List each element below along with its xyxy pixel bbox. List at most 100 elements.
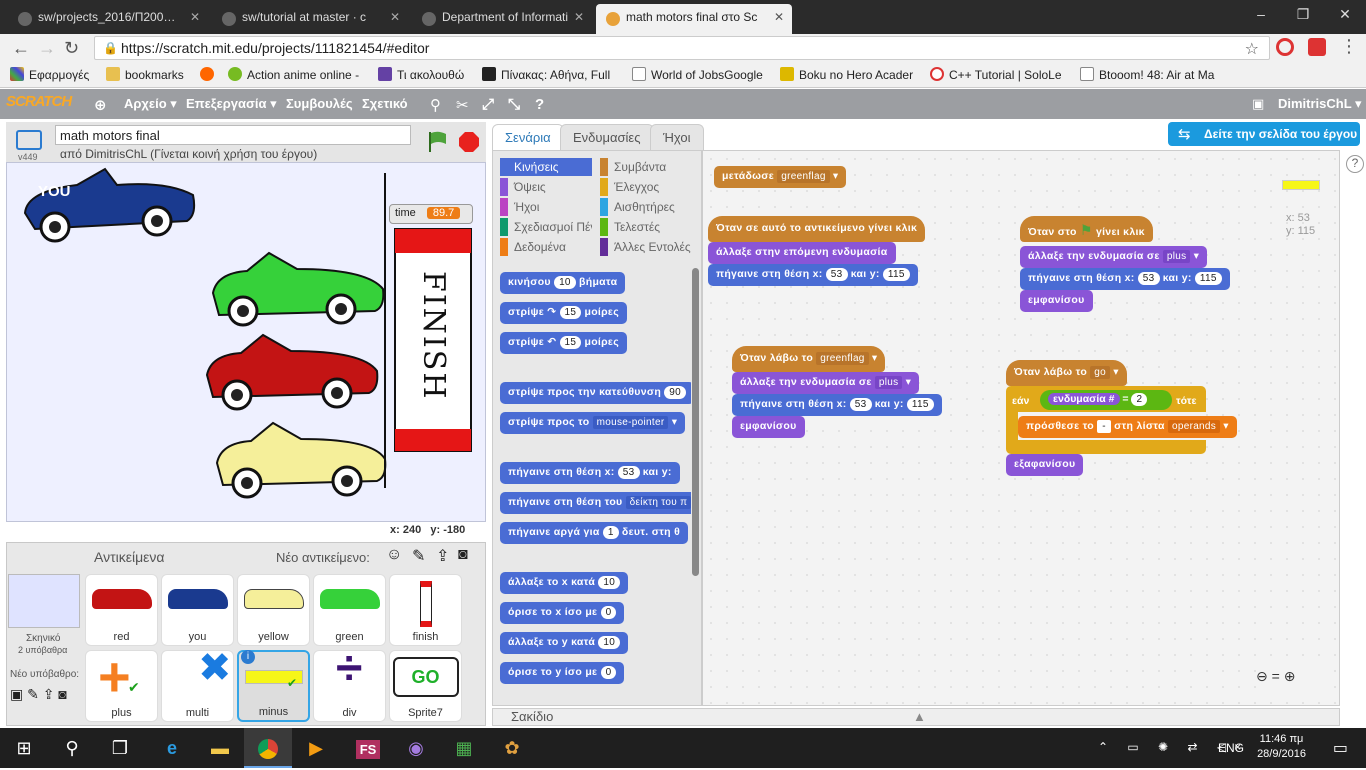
reload-icon[interactable]: ↻ [64,38,79,59]
block-change-y[interactable]: άλλαξε το y κατά 10 [500,632,629,654]
green-flag-icon[interactable] [426,130,448,154]
expand-icon[interactable]: ▲ [913,709,926,724]
block-dropdown[interactable]: operands [1167,420,1221,433]
close-icon[interactable]: ✕ [574,10,584,24]
block-input[interactable]: 15 [559,306,582,319]
sprite-thumb-red[interactable]: red [85,574,158,646]
close-icon[interactable]: ✕ [774,10,784,24]
block-input[interactable]: 53 [849,398,872,411]
help-icon[interactable]: ? [1346,155,1364,173]
bookmark[interactable]: Btooom! 48: Air at Ma [1080,67,1214,82]
category-operators[interactable]: Τελεστές [600,218,696,236]
tab-costumes[interactable]: Ενδυμασίες [560,124,654,150]
grow-icon[interactable]: ⤢ [482,96,494,113]
forward-icon[interactable]: → [38,38,56,59]
block-input[interactable]: 53 [1137,272,1160,285]
edge-icon[interactable]: e [148,728,196,768]
sprite-thumb-plus[interactable]: + ✔ plus [85,647,158,722]
block-input[interactable]: 1 [602,526,619,539]
media-icon[interactable]: ▶ [292,728,340,768]
block-input[interactable]: 53 [617,466,640,479]
block-input[interactable]: 115 [906,398,934,411]
maximize-icon[interactable]: ❐ [1282,0,1324,28]
block-add-to-list[interactable]: πρόσθεσε το - στη λίστα operands ▾ [1018,416,1237,438]
sprite-you[interactable] [23,167,196,243]
game-icon[interactable]: ◉ [392,728,440,768]
block-turn-left[interactable]: στρίψε ↶ 15 μοίρες [500,332,627,354]
block-switch-costume[interactable]: άλλαξε την ενδυμασία σε plus ▾ [1020,246,1208,268]
menu-tips[interactable]: Συμβουλές [286,96,353,111]
sprite-thumb-green[interactable]: green [313,574,386,646]
notifications-icon[interactable]: ▭ [1333,738,1348,758]
block-dropdown[interactable]: δείκτη του π [625,496,691,509]
stage[interactable]: YOU time 89.7 FINISH [6,162,486,522]
block-input[interactable]: 115 [882,268,910,281]
bookmark-folder[interactable]: bookmarks [106,67,184,82]
language-indicator[interactable]: ENG [1218,741,1244,755]
category-sound[interactable]: Ήχοι [500,198,592,216]
fullscreen-icon[interactable] [16,130,42,150]
bookmark[interactable] [200,67,219,82]
category-motion[interactable]: Κινήσεις [500,158,592,176]
scratch-logo[interactable]: SCRATCH [6,93,74,115]
zoom-reset-icon[interactable]: = [1272,668,1280,684]
browser-tab[interactable]: sw/tutorial at master · c ✕ [212,4,408,34]
reporter-costume-number[interactable]: ενδυμασία # [1048,393,1120,405]
block-next-costume[interactable]: άλλαξε στην επόμενη ενδυμασία [708,242,896,264]
sprite-red[interactable] [205,333,379,411]
chart-app-icon[interactable]: ▦ [440,728,488,768]
sprite-thumb-minus[interactable]: i ✔ minus [237,650,310,722]
stop-icon[interactable] [458,131,480,153]
sprite-thumb-you[interactable]: you [161,574,234,646]
block-input[interactable]: - [1097,420,1111,433]
category-pen[interactable]: Σχεδιασμοί Πένα [500,218,592,236]
browser-tab[interactable]: Department of Informati ✕ [412,4,592,34]
block-input[interactable]: 53 [825,268,848,281]
block-input[interactable]: 10 [598,576,621,589]
back-icon[interactable]: ← [12,38,30,59]
category-looks[interactable]: Όψεις [500,178,592,196]
browser-tab-active[interactable]: math motors final στο Sc ✕ [596,4,792,34]
sprite-thumb-div[interactable]: ÷ div [313,642,386,722]
menu-edit[interactable]: Επεξεργασία ▾ [186,96,277,112]
category-events[interactable]: Συμβάντα [600,158,696,176]
block-show[interactable]: εμφανίσου [732,416,805,438]
help-icon[interactable]: ? [535,96,544,113]
block-input[interactable]: 0 [600,606,617,619]
bookmark[interactable]: Boku no Hero Acader [780,67,913,82]
block-input[interactable]: 10 [554,276,576,289]
block-input[interactable]: 2 [1131,393,1148,406]
chrome-taskbar-icon[interactable] [244,728,292,768]
menu-icon[interactable]: ⋮ [1340,36,1358,57]
block-set-y[interactable]: όρισε το y ίσο με 0 [500,662,625,684]
category-more-blocks[interactable]: Άλλες Εντολές [600,238,696,256]
tab-sounds[interactable]: Ήχοι [650,124,704,150]
close-icon[interactable]: ✕ [190,10,200,24]
browser-tab[interactable]: sw/projects_2016/Π200… ✕ [8,4,208,34]
block-equals[interactable]: ενδυμασία # = 2 [1040,390,1172,410]
clock[interactable]: 11:46 πμ 28/9/2016 [1257,732,1306,762]
shrink-icon[interactable]: ⤡ [508,96,520,113]
block-hide[interactable]: εξαφανίσου [1006,454,1084,476]
category-data[interactable]: Δεδομένα [500,238,592,256]
block-move[interactable]: κινήσου 10 βήματα [500,272,626,294]
time-monitor[interactable]: time 89.7 [389,204,473,224]
block-input[interactable]: 10 [598,636,621,649]
close-window-icon[interactable]: ✕ [1324,0,1366,28]
block-when-receive[interactable]: Όταν λάβω το go ▾ [1006,360,1127,386]
sprite-library-icon[interactable]: ☺ [386,546,402,564]
info-icon[interactable]: i [241,650,255,664]
sprite-yellow[interactable] [215,421,387,499]
block-input[interactable]: 115 [1194,272,1222,285]
sprite-green[interactable] [211,251,385,327]
minimize-icon[interactable]: – [1240,0,1282,28]
block-turn-right[interactable]: στρίψε ↷ 15 μοίρες [500,302,627,324]
fs-app-icon[interactable]: FS [344,728,392,768]
camera-icon[interactable]: ◙ [458,546,468,564]
block-dropdown[interactable]: go [1090,366,1110,379]
block-input[interactable]: 0 [600,666,617,679]
opera-icon[interactable] [1276,38,1294,56]
block-goto-xy[interactable]: πήγαινε στη θέση x: 53 και y: [500,462,680,484]
menu-file[interactable]: Αρχείο ▾ [124,96,177,112]
block-broadcast[interactable]: μετάδωσε greenflag ▾ [714,166,847,188]
